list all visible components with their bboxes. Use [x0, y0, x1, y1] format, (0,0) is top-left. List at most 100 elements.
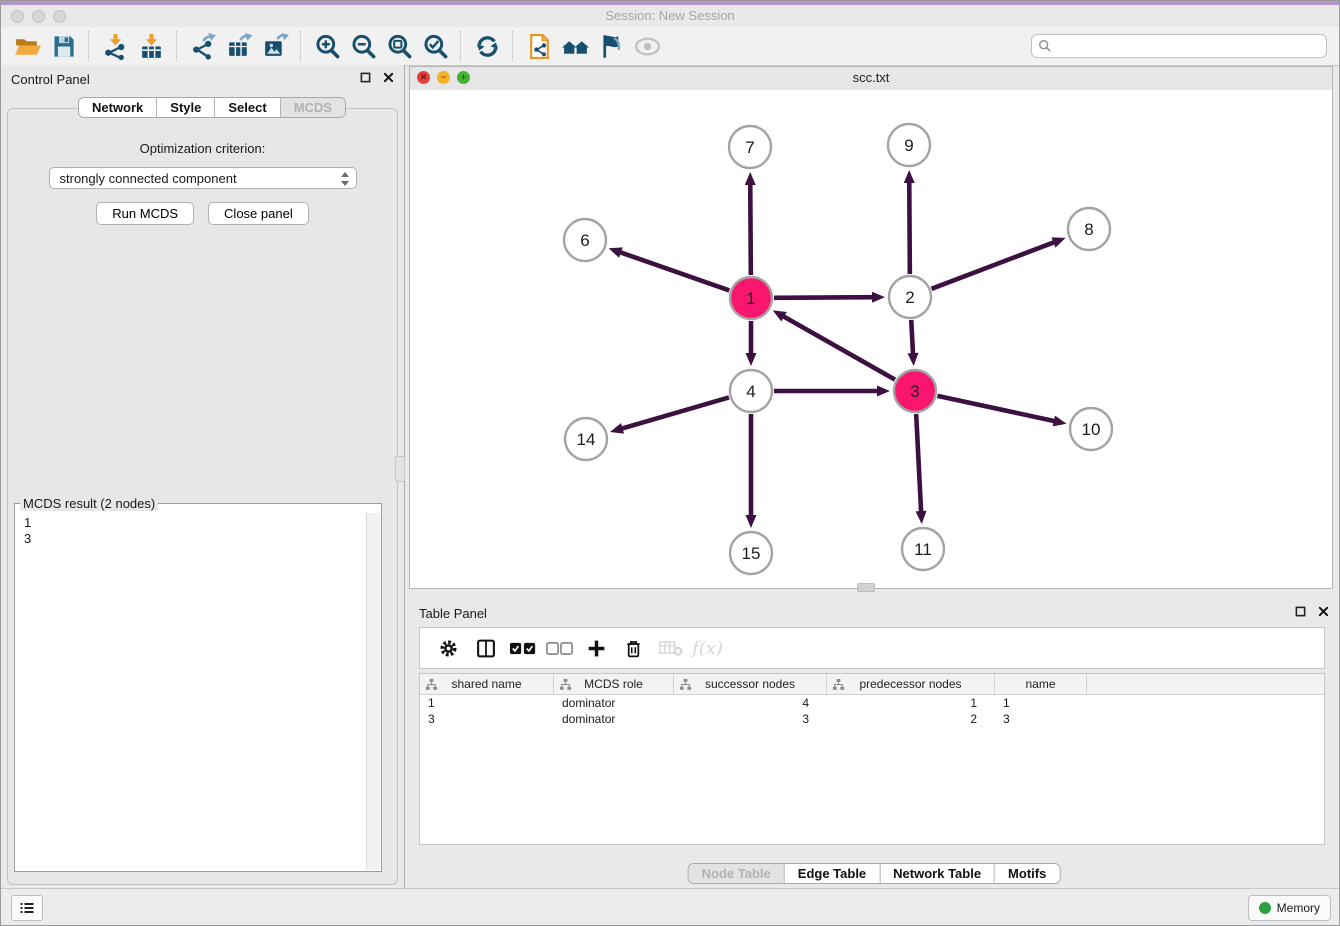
column-header-shared-name[interactable]: shared name	[420, 674, 554, 694]
mcds-result-lines[interactable]: 13	[16, 513, 367, 870]
function-builder-icon[interactable]: f(x)	[689, 638, 726, 659]
table-header-row: shared nameMCDS rolesuccessor nodes prede…	[420, 674, 1324, 695]
column-header-label: predecessor nodes	[859, 677, 961, 691]
close-panel-icon[interactable]	[383, 72, 394, 83]
search-input[interactable]	[1052, 36, 1326, 56]
refresh-view-icon[interactable]	[469, 30, 505, 62]
apply-style-icon[interactable]	[593, 30, 629, 62]
node-15[interactable]: 15	[730, 532, 772, 574]
column-pane-icon[interactable]	[467, 638, 504, 659]
edge-1-4[interactable]	[746, 321, 757, 366]
tab-network[interactable]: Network	[79, 98, 156, 117]
tab-style[interactable]: Style	[156, 98, 214, 117]
tab-network-table[interactable]: Network Table	[879, 864, 994, 883]
application-window: Session: New Session Control Panel Netwo…	[0, 0, 1340, 926]
criterion-select[interactable]: strongly connected component	[49, 167, 357, 189]
column-header-name[interactable]: name	[995, 674, 1087, 694]
maximize-network-button[interactable]: +	[457, 71, 470, 84]
tab-node-table[interactable]: Node Table	[689, 864, 784, 883]
tab-select[interactable]: Select	[214, 98, 279, 117]
column-header-predecessor-nodes[interactable]: predecessor nodes	[827, 674, 995, 694]
table-cell: 3	[995, 711, 1087, 727]
save-session-icon[interactable]	[45, 30, 81, 62]
zoom-fit-icon[interactable]	[381, 30, 417, 62]
edge-4-15[interactable]	[746, 414, 757, 528]
select-all-icon[interactable]	[504, 638, 541, 659]
toolbar-separator	[300, 31, 302, 61]
column-header-MCDS-role[interactable]: MCDS role	[554, 674, 674, 694]
column-header-successor-nodes[interactable]: successor nodes	[674, 674, 827, 694]
table-row[interactable]: 3dominator323	[420, 711, 1324, 727]
zoom-in-icon[interactable]	[309, 30, 345, 62]
minimize-button[interactable]	[32, 10, 45, 23]
table-cell: dominator	[554, 711, 674, 727]
close-panel-button[interactable]: Close panel	[208, 202, 309, 225]
edge-3-10[interactable]	[937, 396, 1066, 427]
main-toolbar-groups	[9, 27, 665, 65]
export-network-icon[interactable]	[185, 30, 221, 62]
zoom-out-icon[interactable]	[345, 30, 381, 62]
show-hide-icon[interactable]	[629, 30, 665, 62]
node-1[interactable]: 1	[730, 277, 772, 319]
svg-text:8: 8	[1084, 220, 1093, 239]
close-network-button[interactable]: ✕	[417, 71, 430, 84]
node-11[interactable]: 11	[902, 528, 944, 570]
tab-mcds[interactable]: MCDS	[280, 98, 345, 117]
table-row[interactable]: 1dominator411	[420, 695, 1324, 711]
mcds-result-box: MCDS result (2 nodes) 13	[14, 496, 382, 872]
node-4[interactable]: 4	[730, 370, 772, 412]
node-6[interactable]: 6	[564, 219, 606, 261]
open-session-icon[interactable]	[9, 30, 45, 62]
deselect-all-icon[interactable]	[541, 638, 578, 659]
edge-3-11[interactable]	[916, 414, 927, 524]
edge-3-1[interactable]	[773, 310, 895, 379]
close-table-panel-icon[interactable]	[1318, 606, 1329, 617]
minimize-network-button[interactable]: −	[437, 71, 450, 84]
node-10[interactable]: 10	[1070, 408, 1112, 450]
edge-2-3[interactable]	[907, 320, 918, 366]
node-3[interactable]: 3	[894, 370, 936, 412]
tab-motifs[interactable]: Motifs	[994, 864, 1059, 883]
memory-button[interactable]: Memory	[1248, 895, 1331, 921]
edge-2-9[interactable]	[904, 170, 915, 274]
node-8[interactable]: 8	[1068, 208, 1110, 250]
node-2[interactable]: 2	[889, 276, 931, 318]
edge-4-3[interactable]	[774, 386, 890, 397]
import-network-icon[interactable]	[97, 30, 133, 62]
network-canvas[interactable]: 7 9 6 8 1 2 4 3 14 10 15 11	[410, 90, 1332, 588]
result-line: 1	[24, 515, 367, 531]
run-mcds-button[interactable]: Run MCDS	[96, 202, 194, 225]
add-column-icon[interactable]	[578, 638, 615, 659]
table-panel: Table Panel f(x) shared nameMCDS rolesuc…	[409, 599, 1339, 889]
network-from-file-icon[interactable]	[521, 30, 557, 62]
delete-table-icon[interactable]	[652, 638, 689, 659]
node-7[interactable]: 7	[729, 126, 771, 168]
edge-1-2[interactable]	[774, 292, 885, 303]
node-14[interactable]: 14	[565, 418, 607, 460]
zoom-button[interactable]	[53, 10, 66, 23]
tab-edge-table[interactable]: Edge Table	[784, 864, 879, 883]
edge-4-14[interactable]	[610, 397, 729, 433]
network-window-title: scc.txt	[410, 67, 1332, 89]
panel-menu-button[interactable]	[11, 895, 43, 921]
export-table-icon[interactable]	[221, 30, 257, 62]
result-scrollbar[interactable]	[366, 513, 380, 870]
float-table-panel-icon[interactable]	[1295, 606, 1306, 617]
zoom-selected-icon[interactable]	[417, 30, 453, 62]
float-panel-icon[interactable]	[360, 72, 371, 83]
home-icon[interactable]	[557, 30, 593, 62]
export-image-icon[interactable]	[257, 30, 293, 62]
close-button[interactable]	[11, 10, 24, 23]
mcds-result-title: MCDS result (2 nodes)	[20, 496, 158, 511]
edge-2-8[interactable]	[932, 237, 1066, 288]
table-mode-gear-icon[interactable]	[430, 638, 467, 659]
import-table-icon[interactable]	[133, 30, 169, 62]
node-9[interactable]: 9	[888, 124, 930, 166]
panel-splitter-grip[interactable]	[395, 456, 405, 482]
edge-1-7[interactable]	[745, 172, 756, 275]
delete-column-icon[interactable]	[615, 638, 652, 659]
search-box[interactable]	[1031, 34, 1327, 58]
edge-1-6[interactable]	[609, 247, 730, 290]
canvas-splitter-grip[interactable]	[857, 583, 875, 592]
control-panel-icons	[360, 72, 394, 83]
